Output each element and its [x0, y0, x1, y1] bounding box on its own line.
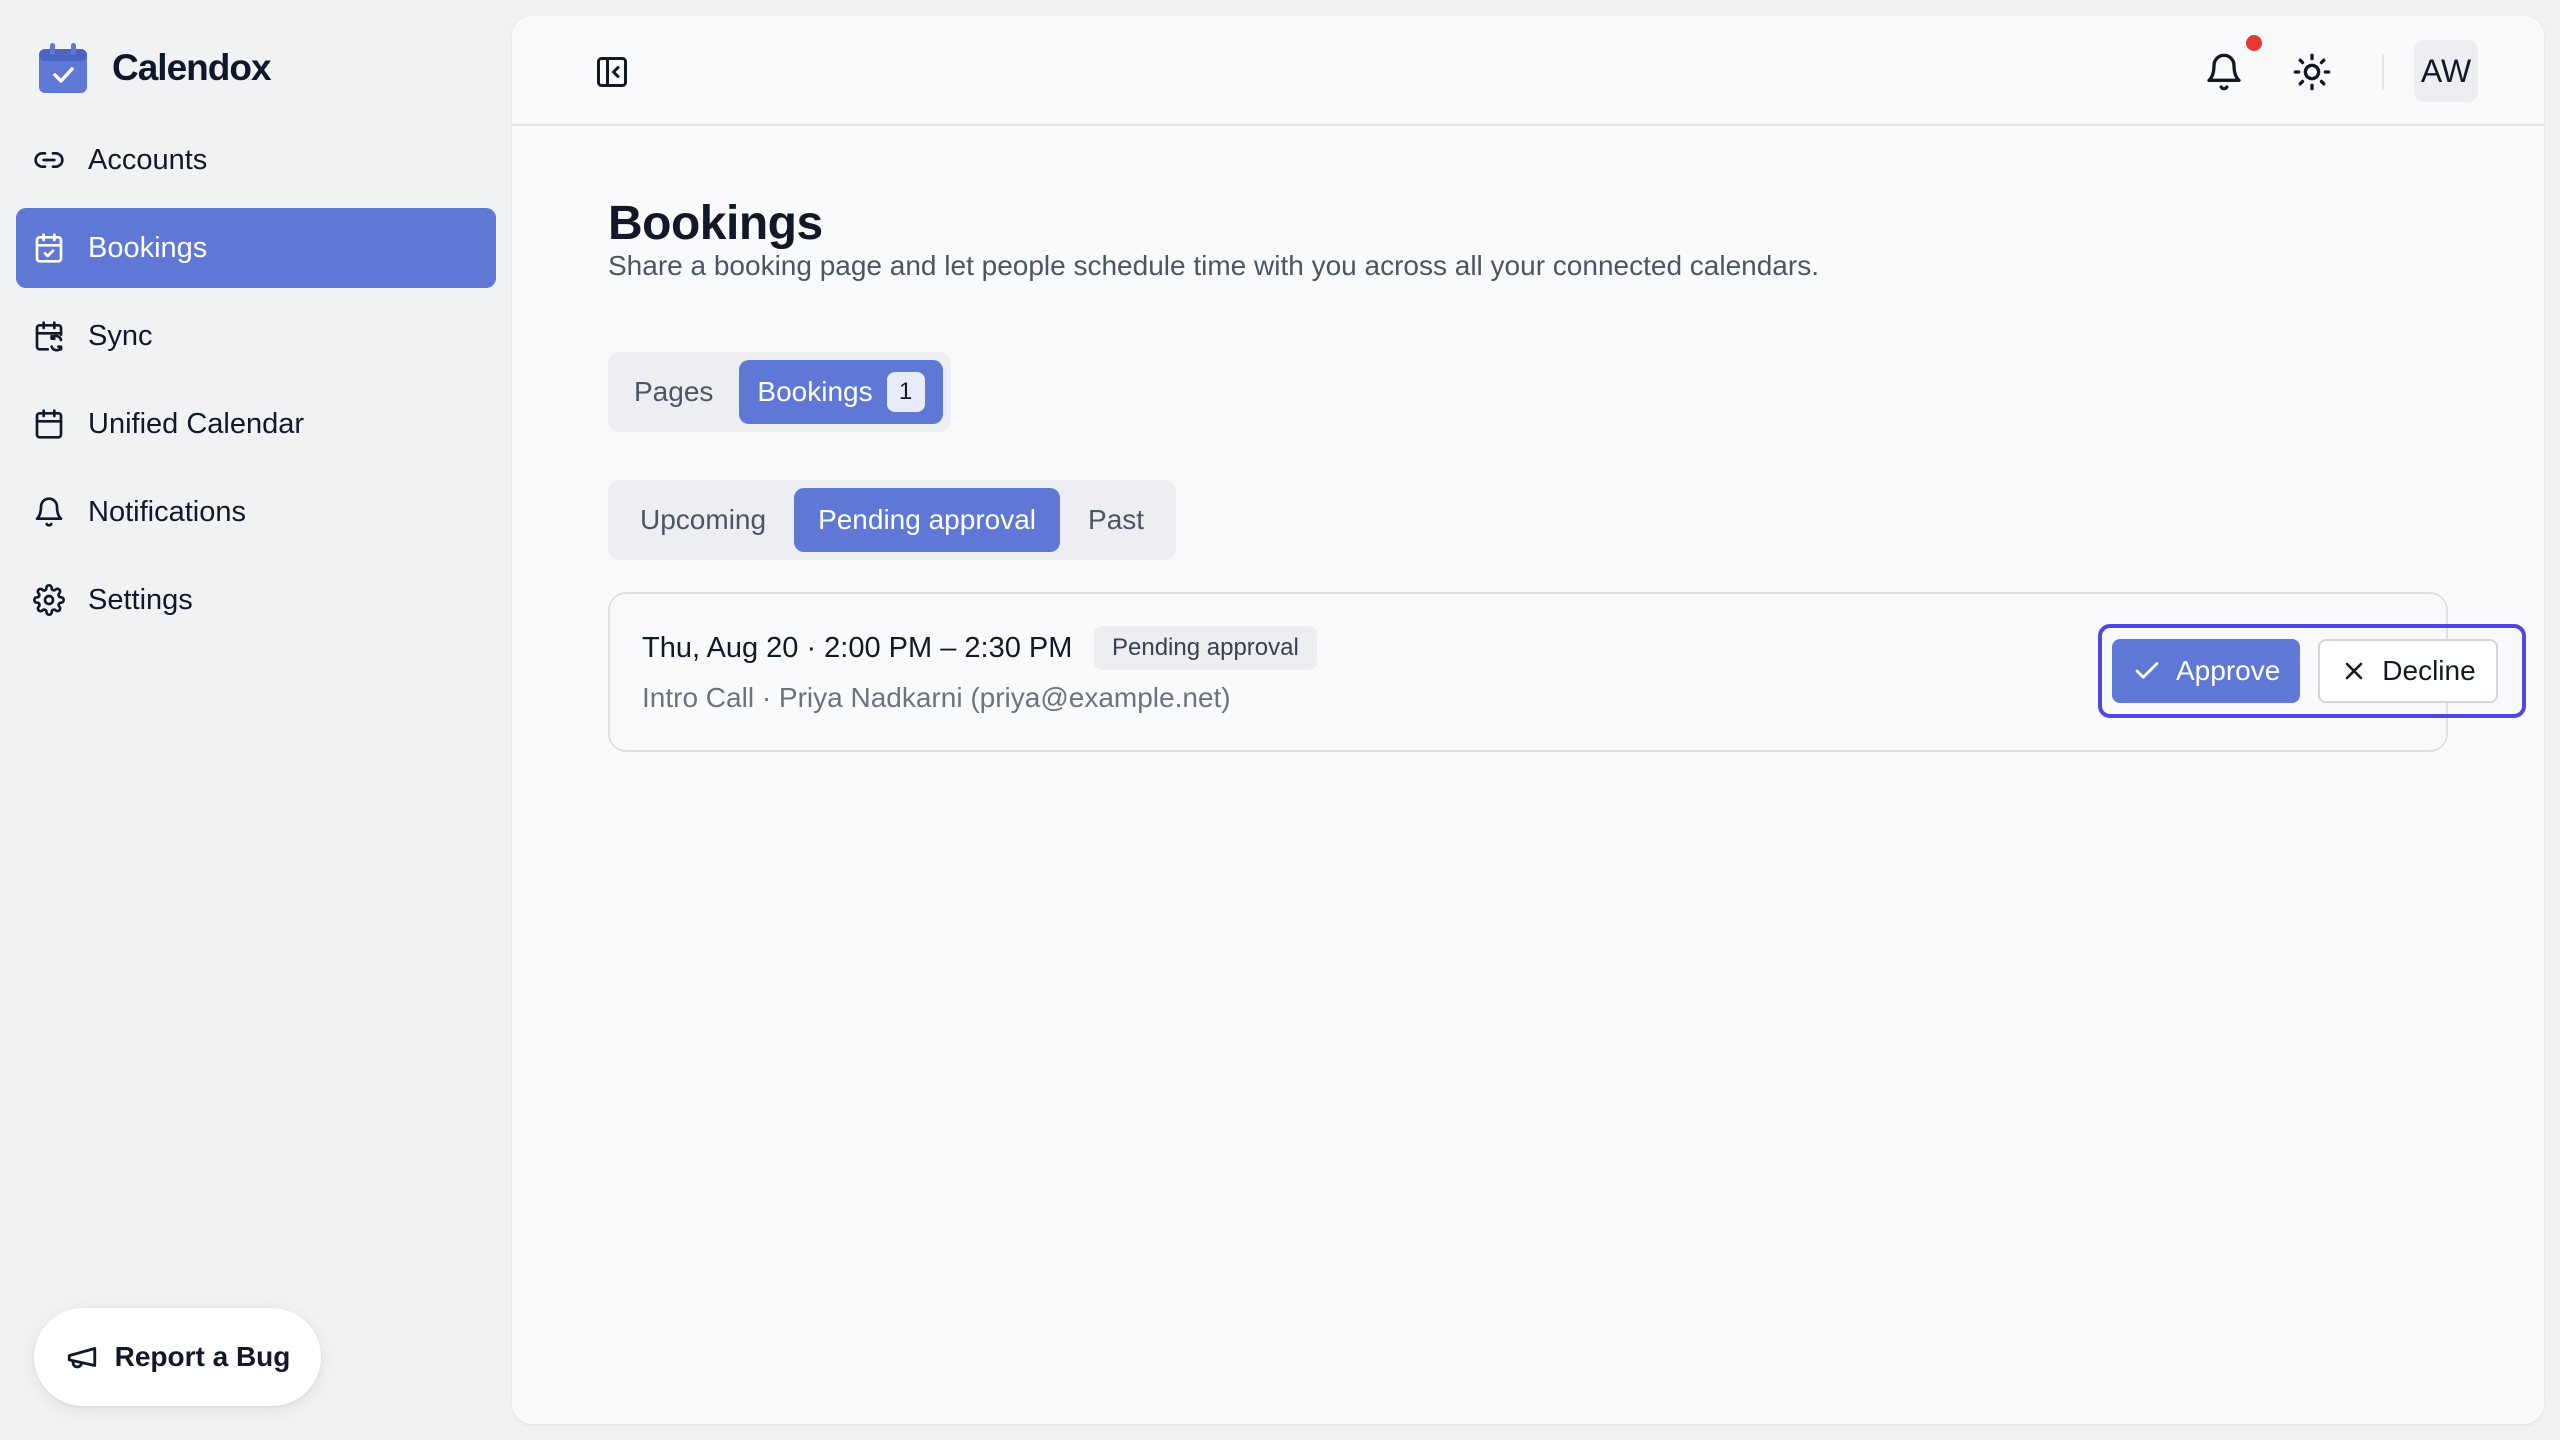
topbar: AW [512, 16, 2544, 126]
collapse-sidebar-button[interactable] [594, 54, 630, 90]
notifications-button[interactable] [2204, 52, 2244, 92]
main-panel: AW Bookings Share a booking page and let… [512, 16, 2544, 1424]
sidebar-item-notifications[interactable]: Notifications [16, 472, 496, 552]
booking-card: Thu, Aug 20 · 2:00 PM – 2:30 PM Pending … [608, 592, 2526, 752]
decline-button[interactable]: Decline [2318, 639, 2498, 703]
check-icon [2135, 662, 2159, 679]
sidebar-item-bookings[interactable]: Bookings [16, 208, 496, 288]
tab-label: Pending approval [818, 504, 1037, 535]
page-title: Bookings [608, 197, 823, 250]
tab-label: Upcoming [640, 504, 767, 535]
page-subtitle: Share a booking page and let people sche… [608, 250, 1819, 281]
sidebar-item-label: Unified Calendar [88, 407, 305, 440]
sidebar-item-label: Bookings [88, 231, 208, 264]
avatar[interactable]: AW [2414, 40, 2478, 102]
booking-filter-tabs: Upcoming Pending approval Past [608, 480, 1177, 560]
sidebar-item-label: Settings [88, 583, 193, 616]
notification-dot [2246, 35, 2262, 51]
gear-icon [32, 583, 66, 617]
tab-pages[interactable]: Pages [616, 360, 731, 424]
approve-button[interactable]: Approve [2112, 639, 2301, 703]
tab-pending-approval[interactable]: Pending approval [794, 488, 1061, 552]
close-icon [2346, 662, 2363, 680]
app-name: Calendox [112, 47, 272, 88]
sidebar-item-label: Sync [88, 319, 153, 352]
sidebar-item-accounts[interactable]: Accounts [16, 120, 496, 200]
count-badge: 1 [886, 372, 925, 412]
sidebar-nav: Accounts Bookings Sync Unified Calendar … [16, 120, 496, 648]
tab-bookings[interactable]: Bookings 1 [739, 360, 943, 424]
megaphone-icon [67, 1347, 96, 1369]
app-root: Calendox Accounts Bookings Sync Unified … [0, 0, 2560, 1440]
report-bug-button[interactable]: Report a Bug [34, 1308, 321, 1406]
sun-icon [2293, 53, 2331, 91]
decline-label: Decline [2382, 655, 2476, 686]
topbar-divider [2382, 54, 2384, 90]
sidebar-item-unified-calendar[interactable]: Unified Calendar [16, 384, 496, 464]
calendar-sync-icon [32, 319, 66, 353]
sidebar-item-label: Notifications [88, 495, 246, 528]
theme-toggle-button[interactable] [2292, 52, 2332, 92]
bell-icon [32, 495, 66, 529]
approve-label: Approve [2176, 655, 2281, 686]
booking-time: Thu, Aug 20 · 2:00 PM – 2:30 PM [642, 632, 1073, 664]
booking-detail: Intro Call · Priya Nadkarni (priya@examp… [642, 682, 1231, 713]
status-badge: Pending approval [1094, 626, 1317, 670]
sidebar-item-sync[interactable]: Sync [16, 296, 496, 376]
link-icon [32, 143, 66, 177]
calendar-logo-icon [39, 43, 87, 93]
calendar-check-icon [32, 231, 66, 265]
tab-upcoming[interactable]: Upcoming [616, 488, 790, 552]
tab-label: Pages [634, 376, 714, 407]
bell-icon [2207, 53, 2241, 91]
report-bug-label: Report a Bug [114, 1341, 291, 1372]
tab-past[interactable]: Past [1064, 488, 1168, 552]
brand[interactable]: Calendox [36, 40, 272, 96]
tab-label: Past [1088, 504, 1145, 535]
sidebar-item-label: Accounts [88, 143, 208, 176]
sidebar: Calendox Accounts Bookings Sync Unified … [0, 0, 512, 1440]
calendar-icon [32, 407, 66, 441]
sidebar-item-settings[interactable]: Settings [16, 560, 496, 640]
main-tabs: Pages Bookings 1 [608, 352, 951, 432]
tab-label: Bookings [757, 376, 873, 407]
panel-left-icon [597, 57, 627, 87]
booking-actions: Approve Decline [2098, 624, 2526, 718]
